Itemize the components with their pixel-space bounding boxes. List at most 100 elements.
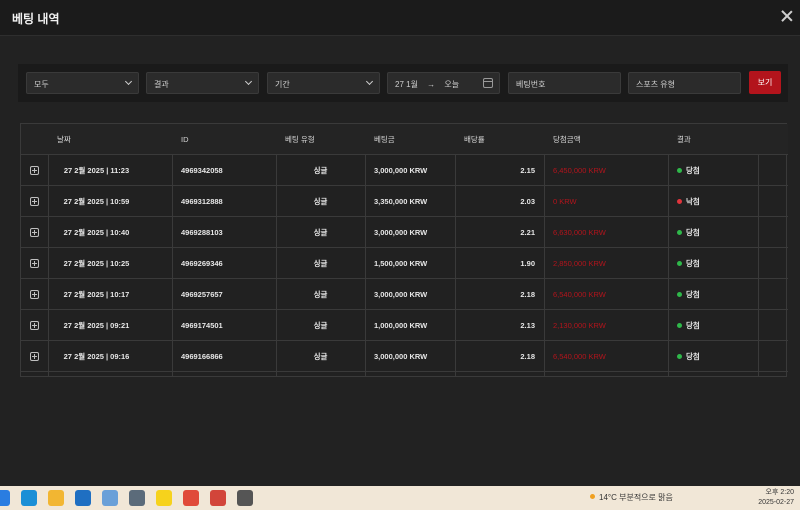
cell-date: 27 2월 2025 | 10:59 — [63, 197, 130, 206]
app-icon[interactable] — [102, 490, 118, 506]
date-arrow: → — [427, 80, 436, 89]
result-select[interactable]: 결과 — [146, 72, 259, 94]
calculator-icon[interactable] — [129, 490, 145, 506]
table-row[interactable]: 27 2월 2025 | 10:25 4969269346 싱글 1,500,000 … — [21, 248, 788, 279]
cell-id: 4969342058 — [181, 166, 223, 175]
clock-date: 2025-02-27 — [758, 499, 794, 506]
outlook-icon[interactable] — [75, 490, 91, 506]
table-row[interactable]: 27 2월 2025 | 09:16 4969166866 싱글 3,000,000 … — [21, 341, 788, 372]
cell-odds: 1.90 — [520, 259, 535, 268]
status-dot-icon — [677, 167, 682, 173]
cell-stake: 3,000,000 KRW — [374, 352, 428, 361]
period-select-value: 기간 — [275, 80, 290, 89]
result-label: 당첨 — [686, 321, 700, 330]
column-header-winnings[interactable]: 당첨금액 — [553, 124, 581, 154]
column-header-stake[interactable]: 베팅금 — [374, 124, 395, 154]
cell-result: 당첨 — [677, 341, 757, 371]
cell-id: 4969269346 — [181, 259, 223, 268]
table-row[interactable]: 27 2월 2025 | 11:23 4969342058 싱글 3,000,000 … — [21, 155, 788, 186]
edge-icon[interactable] — [21, 490, 37, 506]
status-dot-icon — [677, 198, 682, 204]
game-icon[interactable] — [210, 490, 226, 506]
cell-bet-type: 싱글 — [313, 228, 328, 237]
cell-date: 27 2월 2025 | 09:21 — [63, 321, 130, 330]
column-header-bet-type[interactable]: 베팅 유형 — [285, 124, 315, 154]
cell-winnings: 6,450,000 KRW — [553, 166, 606, 175]
cell-stake: 3,000,000 KRW — [374, 228, 428, 237]
status-dot-icon — [677, 291, 682, 297]
table-row[interactable]: 27 2월 2025 | 09:21 4969174501 싱글 1,000,000 … — [21, 310, 788, 341]
file-explorer-icon[interactable] — [48, 490, 64, 506]
cell-result: 당첨 — [677, 279, 757, 309]
cell-bet-type: 싱글 — [313, 290, 328, 299]
cell-result: 당첨 — [677, 155, 757, 185]
chrome-icon[interactable] — [183, 490, 199, 506]
type-select[interactable]: 모두 — [26, 72, 139, 94]
weather-text: 14°C 부분적으로 맑음 — [599, 493, 673, 502]
result-label: 당첨 — [686, 352, 700, 361]
system-clock[interactable]: 오후 2:20 2025-02-27 — [758, 488, 794, 508]
period-select[interactable]: 기간 — [267, 72, 380, 94]
cell-winnings: 2,850,000 KRW — [553, 259, 606, 268]
settings-icon[interactable] — [237, 490, 253, 506]
cell-result: 당첨 — [677, 310, 757, 340]
sport-type-input[interactable]: 스포츠 유형 — [628, 72, 741, 94]
result-label: 당첨 — [686, 290, 700, 299]
filter-bar: 모두 결과 기간 27 1월 → 오늘 베팅번호 스포츠 유형 보기 — [18, 64, 788, 102]
cell-result: 당첨 — [677, 217, 757, 247]
dialog-header: 베팅 내역 — [0, 0, 800, 36]
taskbar: 14°C 부분적으로 맑음 오후 2:20 2025-02-27 — [0, 486, 800, 510]
calendar-icon[interactable] — [483, 78, 493, 88]
cell-stake: 1,500,000 KRW — [374, 259, 428, 268]
kakaotalk-icon[interactable] — [156, 490, 172, 506]
bet-history-table: 날짜 ID 베팅 유형 베팅금 배당률 당첨금액 결과 27 2월 2025 |… — [20, 123, 788, 377]
weather-widget[interactable]: 14°C 부분적으로 맑음 — [590, 492, 673, 503]
cell-odds: 2.21 — [520, 228, 535, 237]
status-dot-icon — [677, 353, 682, 359]
table-row[interactable]: 27 2월 2025 | 10:17 4969257657 싱글 3,000,000 … — [21, 279, 788, 310]
cell-result: 낙첨 — [677, 186, 757, 216]
chevron-down-icon — [365, 77, 374, 86]
result-label: 당첨 — [686, 166, 700, 175]
cell-stake: 3,350,000 KRW — [374, 197, 428, 206]
chevron-down-icon — [244, 77, 253, 86]
table-header-row: 날짜 ID 베팅 유형 베팅금 배당률 당첨금액 결과 — [21, 124, 788, 155]
cell-stake: 3,000,000 KRW — [374, 166, 428, 175]
windows-icon[interactable] — [0, 490, 10, 506]
cell-odds: 2.18 — [520, 290, 535, 299]
cell-bet-type: 싱글 — [313, 352, 328, 361]
cell-odds: 2.18 — [520, 352, 535, 361]
column-header-date[interactable]: 날짜 — [57, 124, 71, 154]
column-header-id[interactable]: ID — [181, 124, 189, 154]
bet-number-input[interactable]: 베팅번호 — [508, 72, 621, 94]
date-range-field[interactable]: 27 1월 → 오늘 — [387, 72, 500, 94]
status-dot-icon — [677, 322, 682, 328]
cell-winnings: 6,630,000 KRW — [553, 228, 606, 237]
column-header-odds[interactable]: 배당률 — [464, 124, 485, 154]
date-from: 27 1월 — [395, 80, 418, 89]
table-row[interactable]: 27 2월 2025 | 10:59 4969312888 싱글 3,350,000 … — [21, 186, 788, 217]
clock-time: 오후 2:20 — [765, 489, 794, 496]
view-button[interactable]: 보기 — [749, 71, 781, 94]
cell-bet-type: 싱글 — [313, 321, 328, 330]
result-label: 당첨 — [686, 228, 700, 237]
chevron-down-icon — [124, 77, 133, 86]
table-row[interactable]: 27 2월 2025 | 10:40 4969288103 싱글 3,000,000 … — [21, 217, 788, 248]
cell-id: 4969312888 — [181, 197, 223, 206]
column-header-result[interactable]: 결과 — [677, 124, 691, 154]
cell-date: 27 2월 2025 | 10:25 — [63, 259, 130, 268]
cell-odds: 2.03 — [520, 197, 535, 206]
type-select-value: 모두 — [34, 80, 49, 89]
cell-odds: 2.15 — [520, 166, 535, 175]
cell-date: 27 2월 2025 | 10:17 — [63, 290, 130, 299]
cell-result: 당첨 — [677, 248, 757, 278]
result-label: 당첨 — [686, 259, 700, 268]
page-title: 베팅 내역 — [12, 12, 60, 26]
cell-bet-type: 싱글 — [313, 259, 328, 268]
status-dot-icon — [677, 260, 682, 266]
close-icon[interactable] — [780, 9, 794, 23]
cell-id: 4969288103 — [181, 228, 223, 237]
cell-odds: 2.13 — [520, 321, 535, 330]
result-select-value: 결과 — [154, 80, 169, 89]
bet-number-placeholder: 베팅번호 — [516, 80, 546, 89]
